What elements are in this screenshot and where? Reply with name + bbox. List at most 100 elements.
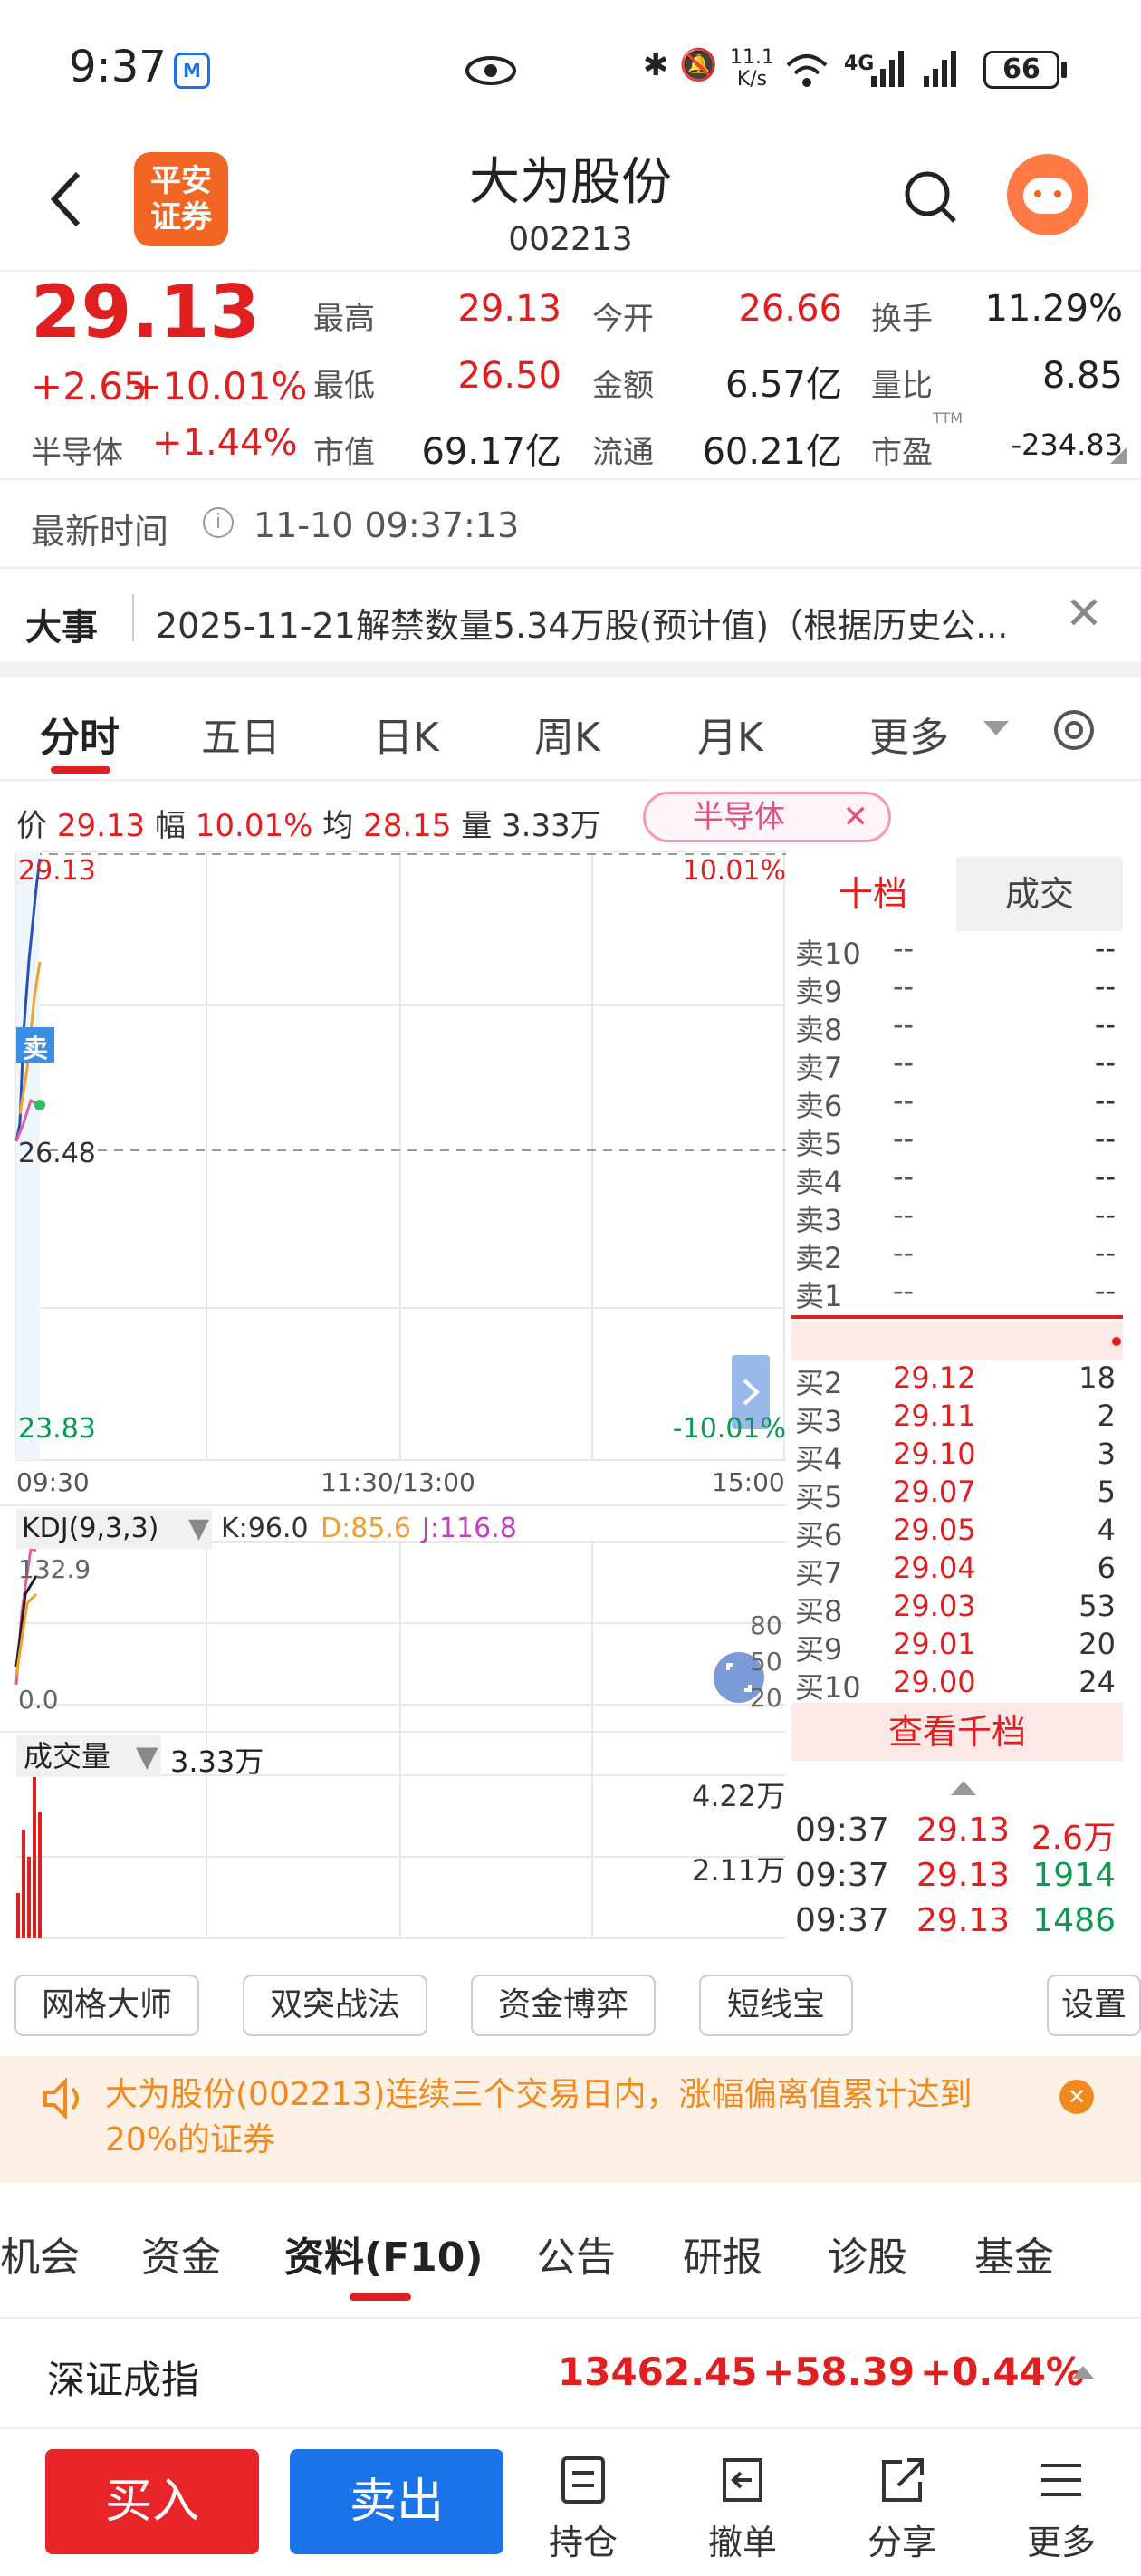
search-icon[interactable]: [902, 168, 960, 226]
time-start: 09:30: [16, 1467, 90, 1497]
orderbook-buy-row[interactable]: 买6 29.05 4: [791, 1513, 1123, 1552]
orderbook-sell-row[interactable]: 卖2 -- --: [791, 1235, 1123, 1275]
orderbook-buy-row[interactable]: 买3 29.11 2: [791, 1399, 1123, 1438]
close-icon[interactable]: ✕: [1065, 587, 1103, 639]
orderbook-sell-row[interactable]: 卖10 -- --: [791, 931, 1123, 971]
grid-master-button[interactable]: 网格大师: [14, 1975, 199, 2036]
orderbook-buy-row[interactable]: 买9 29.01 20: [791, 1627, 1123, 1667]
navtab-diagnose[interactable]: 诊股: [828, 2225, 907, 2283]
buy-sell-divider: [791, 1315, 1123, 1319]
level-volume: 3: [1097, 1437, 1116, 1471]
orderbook-sell-row[interactable]: 卖1 -- --: [791, 1274, 1123, 1313]
cancel-order-icon[interactable]: [715, 2453, 770, 2507]
navtab-f10[interactable]: 资料(F10): [284, 2225, 484, 2283]
orderbook-sell-row[interactable]: 卖3 -- --: [791, 1197, 1123, 1237]
expand-up-icon[interactable]: [1072, 2366, 1094, 2379]
tab-monthly[interactable]: 月K: [697, 705, 763, 763]
level-volume: 24: [1079, 1665, 1116, 1699]
navtab-fund[interactable]: 基金: [974, 2225, 1054, 2283]
kdj-selector[interactable]: KDJ(9,3,3) ▼: [16, 1509, 212, 1549]
settings-button[interactable]: 设置: [1047, 1975, 1141, 2036]
tab-5day[interactable]: 五日: [201, 705, 281, 763]
info-icon[interactable]: i: [203, 507, 234, 538]
orderbook-sell-row[interactable]: 卖6 -- --: [791, 1083, 1123, 1123]
gear-icon[interactable]: [1047, 703, 1101, 757]
open-label: 今开: [592, 301, 654, 337]
tab-trades[interactable]: 成交: [956, 857, 1123, 931]
sector-tag[interactable]: 半导体 ✕: [643, 792, 891, 842]
navtab-research[interactable]: 研报: [683, 2225, 762, 2283]
tab-orderbook[interactable]: 十档: [791, 857, 954, 931]
orderbook-buy-row[interactable]: 买8 29.03 53: [791, 1589, 1123, 1629]
level-volume: 4: [1097, 1513, 1116, 1547]
level-price: 29.00: [893, 1665, 976, 1699]
orderbook-buy-row[interactable]: 买7 29.04 6: [791, 1551, 1123, 1591]
orderbook-sell-row[interactable]: 卖4 -- --: [791, 1159, 1123, 1199]
fund-game-button[interactable]: 资金博弈: [471, 1975, 656, 2036]
pe-ttm: TTM: [933, 409, 964, 427]
level-label: 买10: [795, 1670, 861, 1705]
orderbook-buy-row[interactable]: 买5 29.07 5: [791, 1475, 1123, 1514]
level-label: 买2: [795, 1366, 843, 1400]
turnover-label: 换手: [871, 301, 933, 337]
level-label: 买7: [795, 1556, 843, 1591]
orderbook-sell-row[interactable]: 卖5 -- --: [791, 1121, 1123, 1161]
mktcap-label: 市值: [313, 435, 375, 471]
low-value: 26.50: [457, 355, 561, 397]
menu-icon[interactable]: [1034, 2453, 1088, 2507]
navtab-funds[interactable]: 资金: [141, 2225, 221, 2283]
level-volume: 2: [1097, 1399, 1116, 1433]
index-name[interactable]: 深证成指: [47, 2350, 199, 2405]
kdj-top: 132.9: [18, 1554, 91, 1584]
share-icon[interactable]: [875, 2453, 929, 2507]
navtab-opportunity[interactable]: 机会: [0, 2225, 80, 2283]
close-notice-icon[interactable]: ✕: [1060, 2080, 1094, 2114]
orderbook-buy-row[interactable]: 买10 29.00 24: [791, 1665, 1123, 1705]
level-label: 买6: [795, 1518, 843, 1552]
more-label[interactable]: 更多: [1007, 2514, 1116, 2564]
turnover-value: 11.29%: [984, 288, 1123, 330]
share-label[interactable]: 分享: [848, 2514, 956, 2564]
level-price: --: [893, 969, 915, 1004]
time-mid: 11:30/13:00: [321, 1467, 475, 1497]
tab-weekly[interactable]: 周K: [534, 705, 600, 763]
mktcap-value: 69.17亿: [421, 431, 561, 473]
battery-tip: [1061, 62, 1067, 78]
chevron-down-icon[interactable]: [983, 721, 1009, 735]
net-speed: 11.1 K/s: [730, 46, 774, 91]
assistant-avatar[interactable]: [1007, 154, 1088, 235]
cancel-order-label[interactable]: 撤单: [688, 2514, 797, 2564]
notice-text[interactable]: 大为股份(002213)连续三个交易日内，涨幅偏离值累计达到20%的证券: [105, 2072, 1038, 2163]
sell-button[interactable]: 卖出: [290, 2449, 503, 2554]
volume-ratio-value: 8.85: [1041, 355, 1123, 397]
buy-button[interactable]: 买入: [45, 2449, 259, 2554]
position-icon[interactable]: [556, 2453, 610, 2507]
volume-selector[interactable]: 成交量 ▼: [16, 1735, 161, 1777]
chevron-up-icon[interactable]: [951, 1781, 976, 1795]
tab-indicator: [51, 766, 110, 774]
view-depth-button[interactable]: 查看千档: [791, 1703, 1123, 1761]
level-price: 29.11: [893, 1399, 976, 1433]
level-label: 卖2: [795, 1241, 843, 1275]
orderbook-sell-row[interactable]: 卖9 -- --: [791, 969, 1123, 1009]
event-text[interactable]: 2025-11-21解禁数量5.34万股(预计值)（根据历史公...: [156, 598, 1008, 648]
level-label: 卖5: [795, 1127, 843, 1161]
orderbook-buy-row[interactable]: 买4 29.10 3: [791, 1437, 1123, 1476]
level-price: 29.04: [893, 1551, 976, 1585]
tab-more[interactable]: 更多: [869, 705, 949, 763]
app-notification-icon: M: [174, 53, 210, 89]
level-volume: --: [1094, 969, 1116, 1004]
tab-daily[interactable]: 日K: [373, 705, 439, 763]
orderbook-sell-row[interactable]: 卖8 -- --: [791, 1007, 1123, 1047]
orderbook-buy-row[interactable]: 买2 29.12 18: [791, 1360, 1123, 1400]
level-price: --: [893, 1045, 915, 1080]
navtab-announce[interactable]: 公告: [536, 2225, 616, 2283]
expand-corner-icon[interactable]: [1110, 447, 1127, 464]
level-volume: 5: [1097, 1475, 1116, 1509]
level-label: 卖9: [795, 975, 843, 1009]
short-line-button[interactable]: 短线宝: [699, 1975, 853, 2036]
orderbook-sell-row[interactable]: 卖7 -- --: [791, 1045, 1123, 1085]
position-label[interactable]: 持仓: [529, 2514, 638, 2564]
double-break-button[interactable]: 双突战法: [243, 1975, 427, 2036]
tab-intraday[interactable]: 分时: [40, 705, 120, 763]
